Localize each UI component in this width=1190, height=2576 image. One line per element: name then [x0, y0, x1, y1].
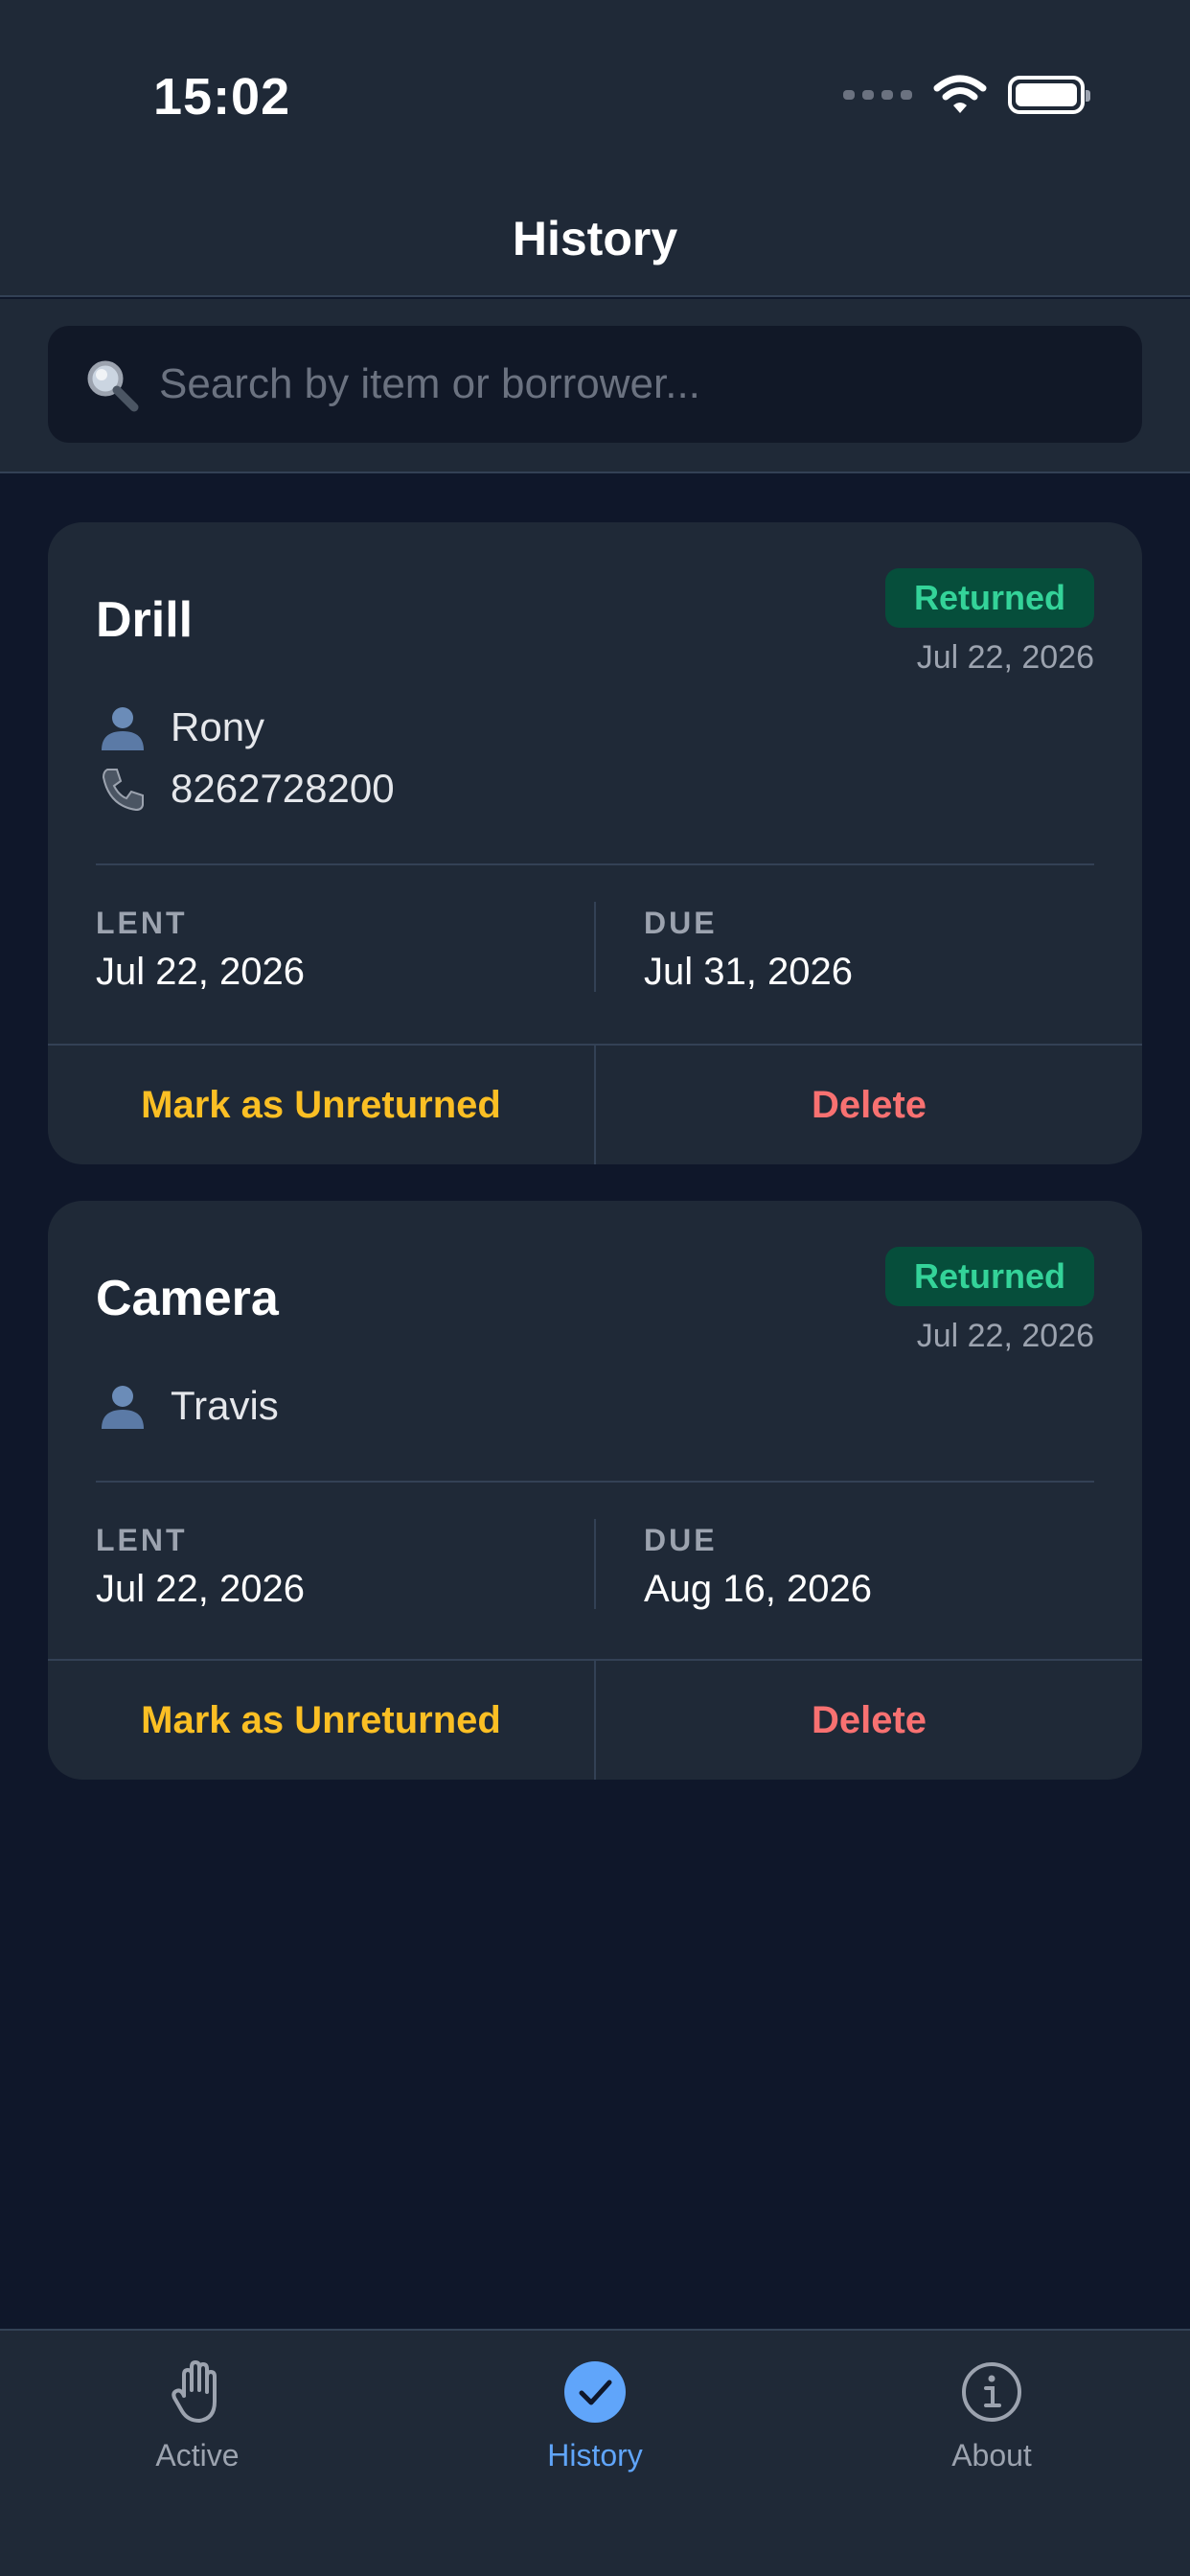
lent-label: LENT [96, 1523, 188, 1557]
delete-button[interactable]: Delete [596, 1661, 1142, 1780]
status-icons [843, 75, 1090, 115]
due-label: DUE [644, 1523, 718, 1557]
card-actions: Mark as Unreturned Delete [48, 1659, 1142, 1780]
tab-about[interactable]: About [848, 2358, 1135, 2492]
due-label: DUE [644, 906, 718, 940]
returned-date: Jul 22, 2026 [916, 1318, 1094, 1354]
status-time: 15:02 [153, 68, 291, 126]
status-bar: 15:02 [0, 0, 1190, 182]
delete-button[interactable]: Delete [596, 1046, 1142, 1164]
wifi-icon [933, 75, 987, 113]
tab-label: History [547, 2438, 643, 2472]
due-date: Jul 31, 2026 [644, 951, 853, 993]
tab-label: Active [155, 2438, 240, 2472]
status-badge: Returned [885, 1247, 1094, 1306]
person-icon [102, 707, 144, 750]
card-actions: Mark as Unreturned Delete [48, 1044, 1142, 1164]
lent-date: Jul 22, 2026 [96, 1568, 305, 1610]
mark-unreturned-button[interactable]: Mark as Unreturned [48, 1046, 596, 1164]
checkmark-circle-icon [564, 2361, 626, 2423]
borrower-name: Rony [171, 704, 265, 749]
borrower-row: Rony [96, 701, 264, 754]
divider [96, 1481, 1094, 1483]
lent-column: LENT Jul 22, 2026 [96, 906, 305, 994]
tab-history[interactable]: History [451, 2358, 739, 2492]
search-icon [87, 360, 139, 412]
due-date: Aug 16, 2026 [644, 1568, 872, 1610]
person-icon [102, 1386, 144, 1429]
status-badge: Returned [885, 568, 1094, 628]
search-area [0, 299, 1190, 473]
loan-card: Drill Returned Jul 22, 2026 Rony 8262728… [48, 522, 1142, 1164]
search-input[interactable] [159, 326, 1142, 443]
column-divider [594, 902, 596, 992]
lent-column: LENT Jul 22, 2026 [96, 1523, 305, 1611]
mark-unreturned-button[interactable]: Mark as Unreturned [48, 1661, 596, 1780]
info-icon [962, 2362, 1021, 2422]
tab-active[interactable]: Active [54, 2358, 341, 2492]
page-title: History [512, 212, 678, 265]
battery-icon [1008, 76, 1090, 114]
item-name: Camera [96, 1271, 279, 1326]
returned-date: Jul 22, 2026 [916, 639, 1094, 676]
lent-date: Jul 22, 2026 [96, 951, 305, 993]
search-box[interactable] [48, 326, 1142, 443]
hand-icon [172, 2360, 217, 2423]
signal-icon [843, 90, 912, 100]
borrower-name: Travis [171, 1383, 279, 1428]
tab-bar: Active History About [0, 2329, 1190, 2576]
tab-label: About [951, 2438, 1032, 2472]
phone-icon [102, 769, 144, 812]
phone-row: 8262728200 [96, 762, 395, 816]
divider [96, 863, 1094, 865]
lent-label: LENT [96, 906, 188, 940]
borrower-row: Travis [96, 1379, 279, 1433]
item-name: Drill [96, 592, 194, 648]
borrower-phone: 8262728200 [171, 766, 395, 811]
loan-card: Camera Returned Jul 22, 2026 Travis LENT… [48, 1201, 1142, 1780]
nav-header: History [0, 182, 1190, 297]
due-column: DUE Jul 31, 2026 [644, 906, 853, 994]
due-column: DUE Aug 16, 2026 [644, 1523, 872, 1611]
column-divider [594, 1519, 596, 1609]
